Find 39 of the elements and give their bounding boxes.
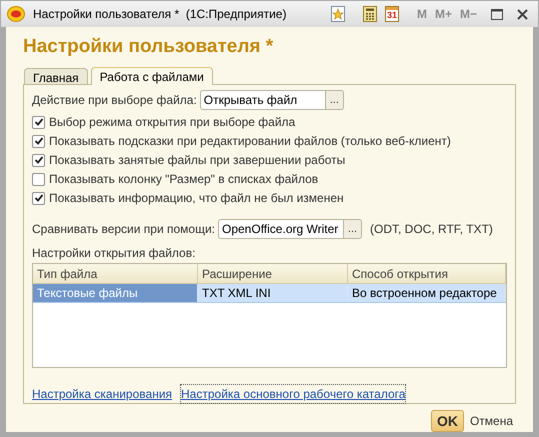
checkbox-label: Показывать информацию, что файл не был изменен [49,190,344,207]
field-label: Сравнивать версии при помощи: [32,221,215,238]
link[interactable]: Настройка основного рабочего каталога [181,385,406,403]
calendar-icon[interactable]: 31 [384,6,399,22]
checkbox[interactable] [32,192,45,204]
ok-button[interactable]: OK [430,410,464,432]
format-note: (ODT, DOC, RTF, TXT) [370,221,493,238]
form-heading: Настройки пользователя * [23,35,274,59]
column-header[interactable]: Расширение [198,264,348,283]
window-title: Настройки пользователя * (1С:Предприятие) [33,6,286,23]
table-caption: Настройки открытия файлов: [32,245,196,262]
checkbox[interactable] [32,134,45,148]
column-header[interactable]: Тип файла [33,264,198,283]
checkbox-label: Выбор режима открытия при выборе файла [49,114,296,131]
close-icon[interactable] [517,8,528,20]
choose-button[interactable]: ... [326,90,344,110]
checkbox[interactable] [32,172,45,186]
table-cell: Текстовые файлы [33,284,198,302]
choose-button[interactable]: ... [344,219,362,239]
checkbox[interactable] [32,116,45,128]
favorite-icon[interactable] [330,6,345,22]
maximize-icon[interactable] [491,8,503,20]
column-header[interactable]: Способ открытия [348,264,506,283]
checkbox-label: Показывать колонку "Размер" в списках файлов [49,171,318,188]
link[interactable]: Настройка сканирования [32,385,172,403]
tab[interactable]: Работа с файлами [90,67,213,85]
text-field[interactable]: Открывать файл [200,90,326,110]
text-field[interactable]: OpenOffice.org Writer [218,219,344,239]
table-cell: TXT XML INI [198,284,348,302]
app-logo-icon [7,6,25,22]
field-label: Действие при выборе файла: [32,92,197,109]
checkbox[interactable] [32,154,45,166]
checkbox-label: Показывать занятые файлы при завершении работы [49,152,346,169]
table-cell: Во встроенном редакторе [348,284,506,302]
checkbox-label: Показывать подсказки при редактировании файлов (только веб-клиент) [49,133,451,150]
table-row[interactable]: Текстовые файлы TXT XML INI Во встроенном редакторе [33,284,506,303]
tab[interactable]: Главная [24,68,88,84]
cancel-button[interactable]: Отмена [470,412,513,430]
calculator-icon[interactable] [362,6,377,22]
